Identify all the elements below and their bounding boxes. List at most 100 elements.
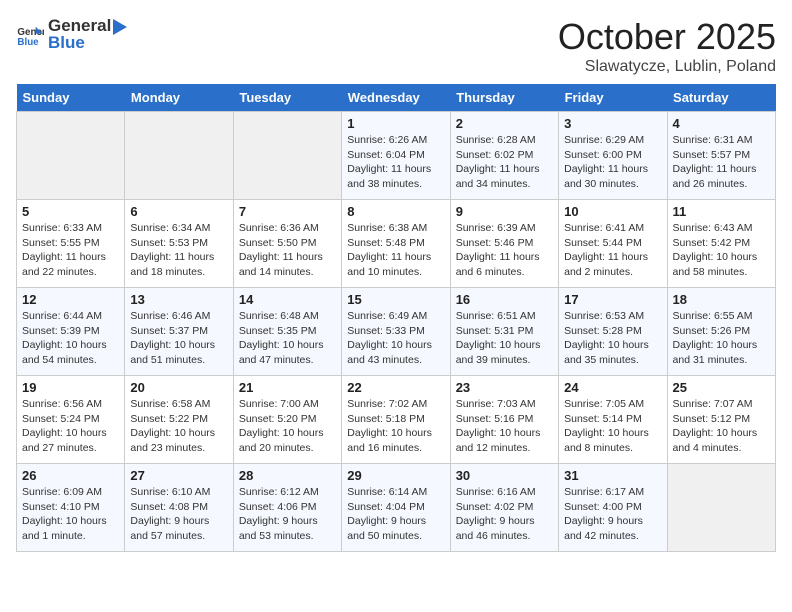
calendar-cell xyxy=(667,464,775,552)
sunrise-text: Sunrise: 6:38 AM xyxy=(347,221,444,236)
calendar-cell: 29Sunrise: 6:14 AMSunset: 4:04 PMDayligh… xyxy=(342,464,450,552)
header: General Blue General Blue October 2025 S… xyxy=(16,16,776,76)
day-number: 10 xyxy=(564,204,661,219)
sunrise-text: Sunrise: 6:34 AM xyxy=(130,221,227,236)
weekday-header-row: SundayMondayTuesdayWednesdayThursdayFrid… xyxy=(17,84,776,112)
day-info: Sunrise: 6:31 AMSunset: 5:57 PMDaylight:… xyxy=(673,133,770,192)
day-number: 23 xyxy=(456,380,553,395)
sunrise-text: Sunrise: 6:14 AM xyxy=(347,485,444,500)
sunrise-text: Sunrise: 6:17 AM xyxy=(564,485,661,500)
calendar-cell: 9 Sunrise: 6:39 AMSunset: 5:46 PMDaylight… xyxy=(450,200,558,288)
day-info: Sunrise: 7:02 AMSunset: 5:18 PMDaylight:… xyxy=(347,397,444,456)
daylight-text: Daylight: 9 hours and 46 minutes. xyxy=(456,514,553,543)
daylight-text: Daylight: 10 hours and 23 minutes. xyxy=(130,426,227,455)
day-info: Sunrise: 6:43 AMSunset: 5:42 PMDaylight:… xyxy=(673,221,770,280)
calendar-cell: 2Sunrise: 6:28 AMSunset: 6:02 PMDaylight… xyxy=(450,112,558,200)
day-number: 24 xyxy=(564,380,661,395)
day-number: 12 xyxy=(22,292,119,307)
daylight-text: Daylight: 11 hours and 38 minutes. xyxy=(347,162,444,191)
sunset-text: Sunset: 5:42 PM xyxy=(673,236,770,251)
week-row-4: 19Sunrise: 6:56 AMSunset: 5:24 PMDayligh… xyxy=(17,376,776,464)
sunset-text: Sunset: 5:50 PM xyxy=(239,236,336,251)
day-number: 5 xyxy=(22,204,119,219)
sunset-text: Sunset: 5:12 PM xyxy=(673,412,770,427)
day-number: 29 xyxy=(347,468,444,483)
day-number: 25 xyxy=(673,380,770,395)
daylight-text: Daylight: 10 hours and 35 minutes. xyxy=(564,338,661,367)
logo-arrow-icon xyxy=(113,17,129,37)
daylight-text: Daylight: 10 hours and 39 minutes. xyxy=(456,338,553,367)
daylight-text: Daylight: 10 hours and 43 minutes. xyxy=(347,338,444,367)
day-info: Sunrise: 6:29 AMSunset: 6:00 PMDaylight:… xyxy=(564,133,661,192)
day-info: Sunrise: 6:38 AMSunset: 5:48 PMDaylight:… xyxy=(347,221,444,280)
daylight-text: Daylight: 11 hours and 6 minutes. xyxy=(456,250,553,279)
sunset-text: Sunset: 6:04 PM xyxy=(347,148,444,163)
sunset-text: Sunset: 5:46 PM xyxy=(456,236,553,251)
sunrise-text: Sunrise: 6:44 AM xyxy=(22,309,119,324)
calendar-cell: 25 Sunrise: 7:07 AMSunset: 5:12 PMDayligh… xyxy=(667,376,775,464)
daylight-text: Daylight: 9 hours and 53 minutes. xyxy=(239,514,336,543)
day-number: 3 xyxy=(564,116,661,131)
sunrise-text: Sunrise: 6:56 AM xyxy=(22,397,119,412)
sunrise-text: Sunrise: 6:28 AM xyxy=(456,133,553,148)
calendar-cell: 14Sunrise: 6:48 AMSunset: 5:35 PMDayligh… xyxy=(233,288,341,376)
sunset-text: Sunset: 5:16 PM xyxy=(456,412,553,427)
day-number: 9 xyxy=(456,204,553,219)
daylight-text: Daylight: 10 hours and 27 minutes. xyxy=(22,426,119,455)
sunrise-text: Sunrise: 7:05 AM xyxy=(564,397,661,412)
sunrise-text: Sunrise: 6:36 AM xyxy=(239,221,336,236)
sunset-text: Sunset: 5:33 PM xyxy=(347,324,444,339)
day-number: 6 xyxy=(130,204,227,219)
calendar-cell: 11Sunrise: 6:43 AMSunset: 5:42 PMDayligh… xyxy=(667,200,775,288)
sunset-text: Sunset: 5:18 PM xyxy=(347,412,444,427)
weekday-header-wednesday: Wednesday xyxy=(342,84,450,112)
day-info: Sunrise: 6:53 AMSunset: 5:28 PMDaylight:… xyxy=(564,309,661,368)
sunrise-text: Sunrise: 6:31 AM xyxy=(673,133,770,148)
day-info: Sunrise: 6:17 AMSunset: 4:00 PMDaylight:… xyxy=(564,485,661,544)
calendar-cell: 31 Sunrise: 6:17 AMSunset: 4:00 PMDayligh… xyxy=(559,464,667,552)
day-number: 15 xyxy=(347,292,444,307)
calendar-cell: 23Sunrise: 7:03 AMSunset: 5:16 PMDayligh… xyxy=(450,376,558,464)
sunset-text: Sunset: 5:57 PM xyxy=(673,148,770,163)
sunrise-text: Sunrise: 6:46 AM xyxy=(130,309,227,324)
sunset-text: Sunset: 5:48 PM xyxy=(347,236,444,251)
day-info: Sunrise: 6:49 AMSunset: 5:33 PMDaylight:… xyxy=(347,309,444,368)
sunset-text: Sunset: 5:22 PM xyxy=(130,412,227,427)
weekday-header-friday: Friday xyxy=(559,84,667,112)
calendar-cell: 24Sunrise: 7:05 AMSunset: 5:14 PMDayligh… xyxy=(559,376,667,464)
logo-icon: General Blue xyxy=(16,21,44,49)
daylight-text: Daylight: 10 hours and 4 minutes. xyxy=(673,426,770,455)
calendar-cell: 16Sunrise: 6:51 AMSunset: 5:31 PMDayligh… xyxy=(450,288,558,376)
daylight-text: Daylight: 11 hours and 30 minutes. xyxy=(564,162,661,191)
sunset-text: Sunset: 5:35 PM xyxy=(239,324,336,339)
calendar-cell: 7Sunrise: 6:36 AMSunset: 5:50 PMDaylight… xyxy=(233,200,341,288)
sunset-text: Sunset: 5:31 PM xyxy=(456,324,553,339)
daylight-text: Daylight: 10 hours and 16 minutes. xyxy=(347,426,444,455)
sunrise-text: Sunrise: 6:39 AM xyxy=(456,221,553,236)
day-info: Sunrise: 7:00 AMSunset: 5:20 PMDaylight:… xyxy=(239,397,336,456)
day-number: 2 xyxy=(456,116,553,131)
day-info: Sunrise: 7:07 AMSunset: 5:12 PMDaylight:… xyxy=(673,397,770,456)
day-info: Sunrise: 6:34 AMSunset: 5:53 PMDaylight:… xyxy=(130,221,227,280)
week-row-5: 26 Sunrise: 6:09 AMSunset: 4:10 PMDayligh… xyxy=(17,464,776,552)
day-number: 19 xyxy=(22,380,119,395)
day-number: 26 xyxy=(22,468,119,483)
calendar-table: SundayMondayTuesdayWednesdayThursdayFrid… xyxy=(16,84,776,552)
sunset-text: Sunset: 5:26 PM xyxy=(673,324,770,339)
daylight-text: Daylight: 10 hours and 31 minutes. xyxy=(673,338,770,367)
day-info: Sunrise: 6:09 AMSunset: 4:10 PMDaylight:… xyxy=(22,485,119,544)
day-number: 27 xyxy=(130,468,227,483)
calendar-cell: 17Sunrise: 6:53 AMSunset: 5:28 PMDayligh… xyxy=(559,288,667,376)
day-number: 31 xyxy=(564,468,661,483)
calendar-cell: 8Sunrise: 6:38 AMSunset: 5:48 PMDaylight… xyxy=(342,200,450,288)
calendar-cell xyxy=(233,112,341,200)
sunset-text: Sunset: 5:53 PM xyxy=(130,236,227,251)
sunset-text: Sunset: 6:00 PM xyxy=(564,148,661,163)
sunrise-text: Sunrise: 6:09 AM xyxy=(22,485,119,500)
weekday-header-saturday: Saturday xyxy=(667,84,775,112)
day-info: Sunrise: 6:48 AMSunset: 5:35 PMDaylight:… xyxy=(239,309,336,368)
sunrise-text: Sunrise: 6:48 AM xyxy=(239,309,336,324)
day-number: 28 xyxy=(239,468,336,483)
calendar-cell xyxy=(17,112,125,200)
day-info: Sunrise: 6:33 AMSunset: 5:55 PMDaylight:… xyxy=(22,221,119,280)
